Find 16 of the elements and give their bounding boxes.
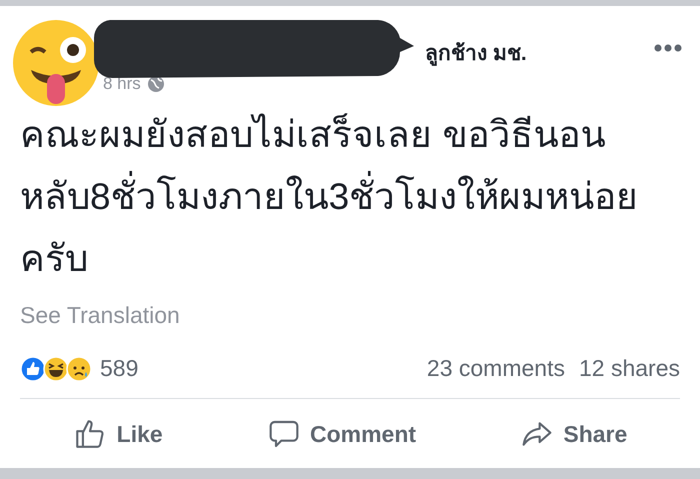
- speech-bubble-icon: [268, 418, 300, 450]
- laughing-reaction-icon: [43, 356, 69, 382]
- post-text: คณะผมยังสอบไม่เสร็จเลย ขอวิธีนอนหลับ8ชั่วโมงภายใน3ชั่วโมงให้ผมหน่อยครับ: [20, 112, 640, 281]
- like-button[interactable]: Like: [64, 411, 171, 457]
- post-time: 8 hrs: [103, 74, 141, 94]
- winking-tongue-emoji-icon: [13, 20, 99, 106]
- sad-reaction-icon: [66, 356, 92, 382]
- like-reaction-icon: [20, 356, 46, 382]
- see-translation-link[interactable]: See Translation: [20, 302, 180, 329]
- group-name[interactable]: ลูกช้าง มช.: [425, 36, 527, 69]
- shares-count[interactable]: 12 shares: [578, 355, 680, 382]
- reaction-count[interactable]: 589: [100, 355, 138, 382]
- more-options-icon[interactable]: [654, 44, 682, 52]
- comment-button[interactable]: Comment: [260, 411, 424, 457]
- comments-count[interactable]: 23 comments: [426, 355, 565, 382]
- share-button[interactable]: Share: [513, 411, 636, 457]
